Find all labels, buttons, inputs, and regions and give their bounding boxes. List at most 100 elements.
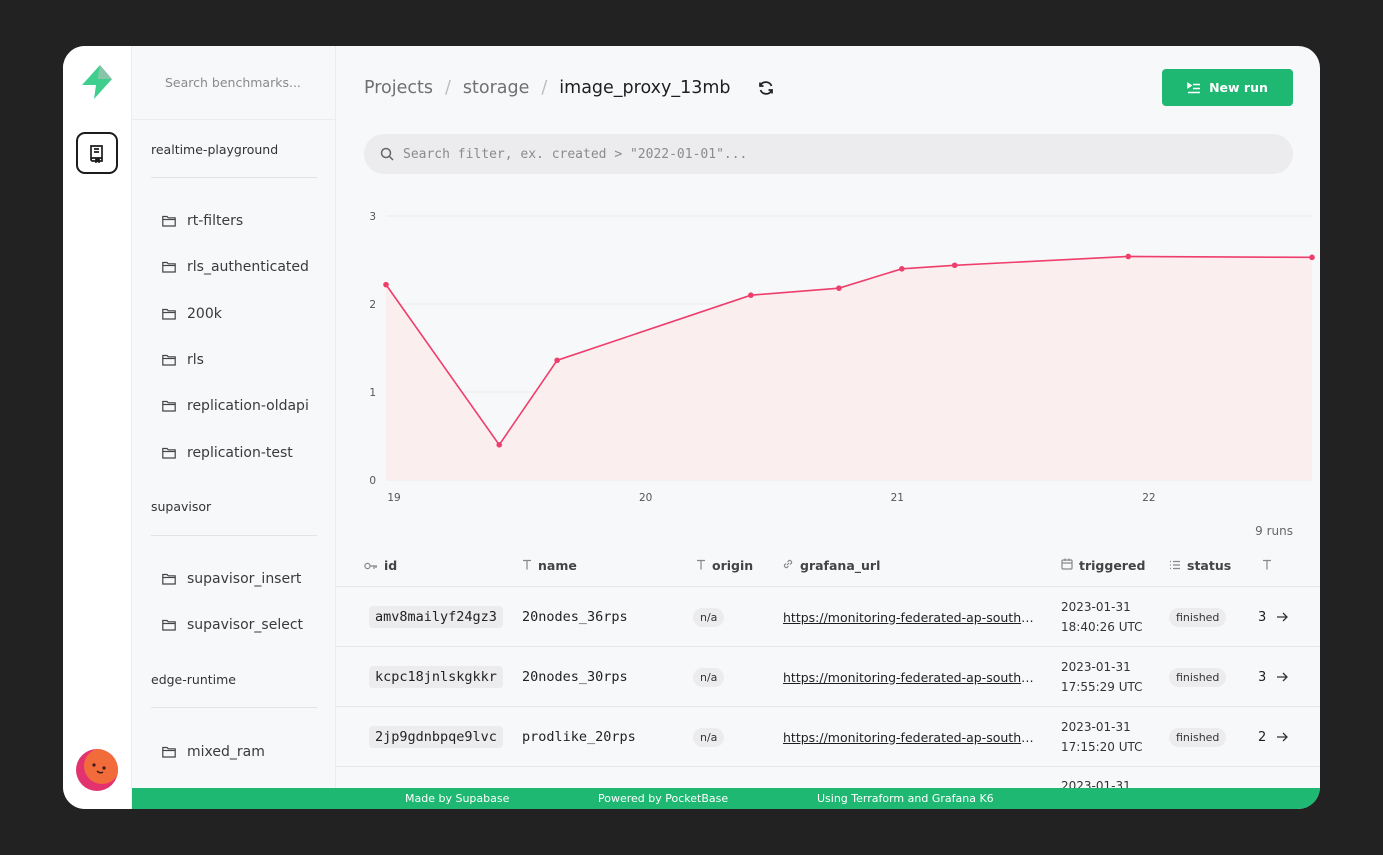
search-icon [380,147,394,161]
folder-icon [162,573,176,585]
footer-powered-by[interactable]: Powered by PocketBase [598,792,728,805]
sidebar-item[interactable]: supavisor_insert [132,556,335,602]
text-icon [696,559,706,573]
folder-icon [162,261,176,274]
y-tick-label: 0 [369,475,376,487]
run-origin: n/a [693,667,725,687]
sidebar-group-header: supavisor [132,478,335,536]
new-run-button[interactable]: New run [1162,69,1293,106]
sidebar-item[interactable]: rls_authenticated [132,244,335,290]
refresh-icon[interactable] [757,79,775,97]
table-row[interactable]: 2jp9gdnbpqe9lvc prodlike_20rps n/a https://… [336,707,1320,767]
breadcrumb: Projects / storage / image_proxy_13mb [364,75,775,101]
chart-point [496,442,503,448]
table-header: id name origin grafana_url triggered status [336,544,1320,587]
sidebar-item[interactable]: replication-test [132,429,335,475]
grafana-link[interactable]: https://monitoring-federated-ap-southeas… [783,610,1041,625]
run-id: kcpc18jnlskgkkr [369,666,503,688]
column-header-name[interactable]: name [522,544,577,587]
grafana-link[interactable]: https://monitoring-federated-ap-southeas… [783,670,1041,685]
folder-icon [162,215,176,227]
column-header-triggered[interactable]: triggered [1061,544,1145,587]
y-tick-label: 3 [369,211,376,223]
benchmark-search-input[interactable] [165,75,325,90]
search-filter [364,134,1293,174]
arrow-right-icon[interactable] [1276,672,1289,682]
runs-table: id name origin grafana_url triggered status a… [336,544,1320,807]
chart-point [899,266,905,272]
runs-count: 9 runs [1255,524,1293,538]
chart-point [1125,253,1132,260]
run-origin: n/a [693,727,725,747]
calendar-icon [1061,558,1073,573]
breadcrumb-projects[interactable]: Projects [364,78,433,98]
arrow-right-icon[interactable] [1276,612,1289,622]
run-list-icon [1187,81,1201,93]
column-header-id[interactable]: id [364,544,397,587]
folder-icon [162,447,176,459]
sidebar-groups: realtime-playground rt-filters rls_authent… [132,120,335,809]
run-extra-value: 3 [1258,669,1267,685]
status-badge: finished [1169,667,1227,687]
user-avatar[interactable] [76,749,118,791]
table-row[interactable]: kcpc18jnlskgkkr 20nodes_30rps n/a https://m… [336,647,1320,707]
run-id: amv8mailyf24gz3 [369,606,503,628]
footer-using[interactable]: Using Terraform and Grafana K6 [817,792,994,805]
column-header-label: status [1187,558,1232,573]
sidebar-group-header: realtime-playground [132,120,335,178]
chart-point [383,281,389,288]
sidebar-item[interactable]: 200k [132,291,335,337]
search-filter-input[interactable] [403,146,1263,162]
x-tick-label: 19 [387,492,400,504]
runs-chart: 0 1 2 3 19 20 21 22 [369,211,1315,504]
column-header-label: name [538,558,577,573]
grafana-link[interactable]: https://monitoring-federated-ap-southeas… [783,730,1041,745]
table-body: amv8mailyf24gz3 20nodes_36rps n/a https://m… [336,587,1320,807]
sidebar-group-header: edge-runtime [132,650,335,709]
supabase-logo-icon[interactable] [78,63,116,101]
x-tick-label: 21 [891,492,904,504]
sidebar-search [132,46,335,120]
x-tick-label: 22 [1142,492,1155,504]
column-header-status[interactable]: status [1169,544,1231,587]
run-origin: n/a [693,607,725,627]
y-tick-label: 1 [369,387,376,399]
sidebar-item[interactable]: rt-filters [132,198,335,244]
triggered-timestamp: 2023-01-31 17:15:20 UTC [1061,717,1143,757]
footer-made-by[interactable]: Made by Supabase [405,792,509,805]
column-header-overflow[interactable] [1262,544,1278,587]
sidebar-item-label: rt-filters [187,213,244,230]
triggered-timestamp: 2023-01-31 17:55:29 UTC [1061,657,1143,697]
column-header-origin[interactable]: origin [696,544,753,587]
sidebar-item[interactable]: supavisor_select [132,602,335,648]
run-id: 2jp9gdnbpqe9lvc [369,726,503,748]
sidebar-group-items: supavisor_insert supavisor_select [132,536,335,651]
sidebar-item[interactable]: mixed_ram [132,728,335,774]
benchmarks-book-icon[interactable] [76,132,118,174]
benchmarks-sidebar: realtime-playground rt-filters rls_authent… [132,46,336,809]
text-icon [522,559,532,573]
breadcrumb-separator: / [445,78,451,98]
triggered-date: 2023-01-31 [1061,660,1131,674]
breadcrumb-project[interactable]: storage [463,78,529,98]
icon-rail [63,46,132,809]
arrow-right-icon[interactable] [1276,732,1289,742]
sidebar-item[interactable]: replication-oldapi [132,383,335,429]
folder-icon [162,354,176,366]
breadcrumb-benchmark: image_proxy_13mb [559,78,731,98]
chart-point [554,357,560,364]
sidebar-item[interactable]: rls [132,337,335,383]
column-header-label: id [384,558,398,573]
triggered-time: 17:15:20 UTC [1061,740,1143,754]
link-icon [782,558,794,573]
column-header-label: grafana_url [800,558,881,573]
column-header-grafana-url[interactable]: grafana_url [782,544,880,587]
folder-icon [162,400,176,412]
triggered-date: 2023-01-31 [1061,600,1131,614]
sidebar-item-label: mixed_ram [187,743,265,760]
x-tick-label: 20 [639,492,652,504]
text-icon [1262,559,1272,573]
run-name: prodlike_20rps [522,729,636,745]
table-row[interactable]: amv8mailyf24gz3 20nodes_36rps n/a https://m… [336,587,1320,647]
footer-bar: Made by Supabase Powered by PocketBase U… [132,788,1320,809]
